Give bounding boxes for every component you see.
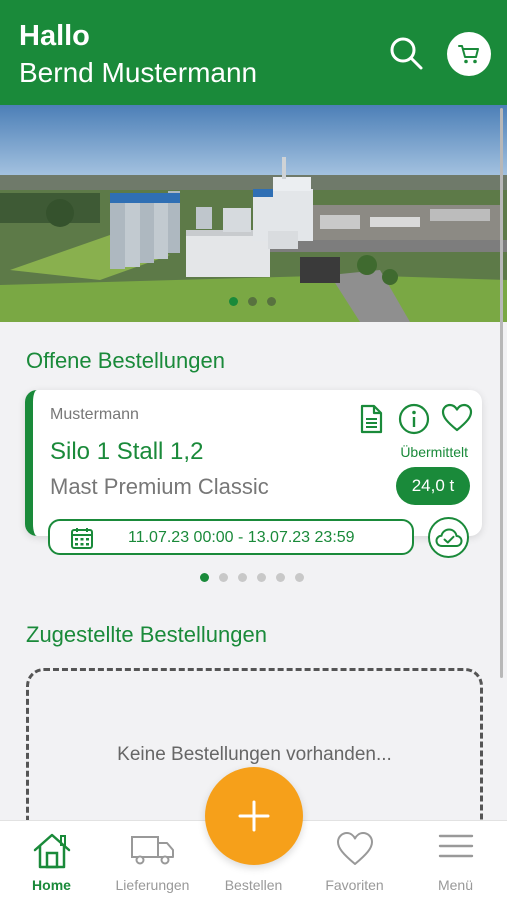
cloud-check-icon — [435, 528, 462, 547]
delivered-orders-title: Zugestellte Bestellungen — [26, 622, 267, 647]
order-customer: Mustermann — [50, 406, 139, 423]
add-order-button[interactable] — [205, 767, 303, 865]
info-icon[interactable] — [398, 403, 430, 435]
order-silo: Silo 1 Stall 1,2 — [50, 438, 204, 465]
tab-label: Lieferungen — [115, 877, 190, 893]
orders-pagination — [200, 573, 304, 582]
tab-label: Home — [32, 877, 71, 893]
menu-icon — [438, 834, 473, 858]
heart-icon — [336, 832, 373, 865]
user-name: Bernd Mustermann — [19, 57, 258, 88]
pagination-dot[interactable] — [229, 297, 238, 306]
pagination-dot[interactable] — [267, 297, 276, 306]
order-product: Mast Premium Classic — [50, 474, 269, 499]
banner-pagination — [229, 297, 276, 306]
tab-lieferungen[interactable]: Lieferungen — [102, 821, 203, 900]
cloud-status-button[interactable] — [428, 517, 469, 558]
search-button[interactable] — [388, 35, 424, 71]
pagination-dot[interactable] — [257, 573, 266, 582]
calendar-icon — [71, 528, 93, 549]
pagination-dot[interactable] — [200, 573, 209, 582]
order-status: Übermittelt — [400, 444, 468, 460]
pagination-dot[interactable] — [219, 573, 228, 582]
cart-icon — [458, 45, 479, 64]
document-icon[interactable] — [358, 404, 384, 434]
greeting-text: Hallo — [19, 20, 90, 52]
order-card[interactable]: Mustermann Silo 1 Stall 1,2 Mast Premium… — [25, 390, 482, 536]
pagination-dot[interactable] — [238, 573, 247, 582]
open-orders-title: Offene Bestellungen — [26, 348, 225, 373]
tab-label: Favoriten — [325, 877, 384, 893]
cart-button[interactable] — [447, 32, 491, 76]
truck-icon — [130, 836, 174, 865]
app-header: Hallo Bernd Mustermann — [0, 0, 507, 105]
home-icon — [33, 833, 70, 869]
tab-label: Menü — [437, 877, 474, 893]
search-icon — [390, 37, 423, 70]
tab-favoriten[interactable]: Favoriten — [304, 821, 405, 900]
pagination-dot[interactable] — [295, 573, 304, 582]
scrollbar[interactable] — [500, 108, 503, 678]
date-range-text: 11.07.23 00:00 - 13.07.23 23:59 — [128, 529, 355, 546]
order-amount-badge: 24,0 t — [396, 467, 470, 505]
banner-carousel[interactable] — [0, 105, 507, 322]
delivery-date-range[interactable]: 11.07.23 00:00 - 13.07.23 23:59 — [48, 519, 414, 555]
plus-icon — [238, 800, 270, 832]
empty-state-text: Keine Bestellungen vorhanden... — [117, 744, 392, 765]
pagination-dot[interactable] — [276, 573, 285, 582]
tab-home[interactable]: Home — [1, 821, 102, 900]
banner-image — [0, 105, 507, 322]
pagination-dot[interactable] — [248, 297, 257, 306]
heart-icon[interactable] — [441, 403, 473, 433]
tab-menu[interactable]: Menü — [405, 821, 506, 900]
tab-label: Bestellen — [224, 877, 283, 893]
